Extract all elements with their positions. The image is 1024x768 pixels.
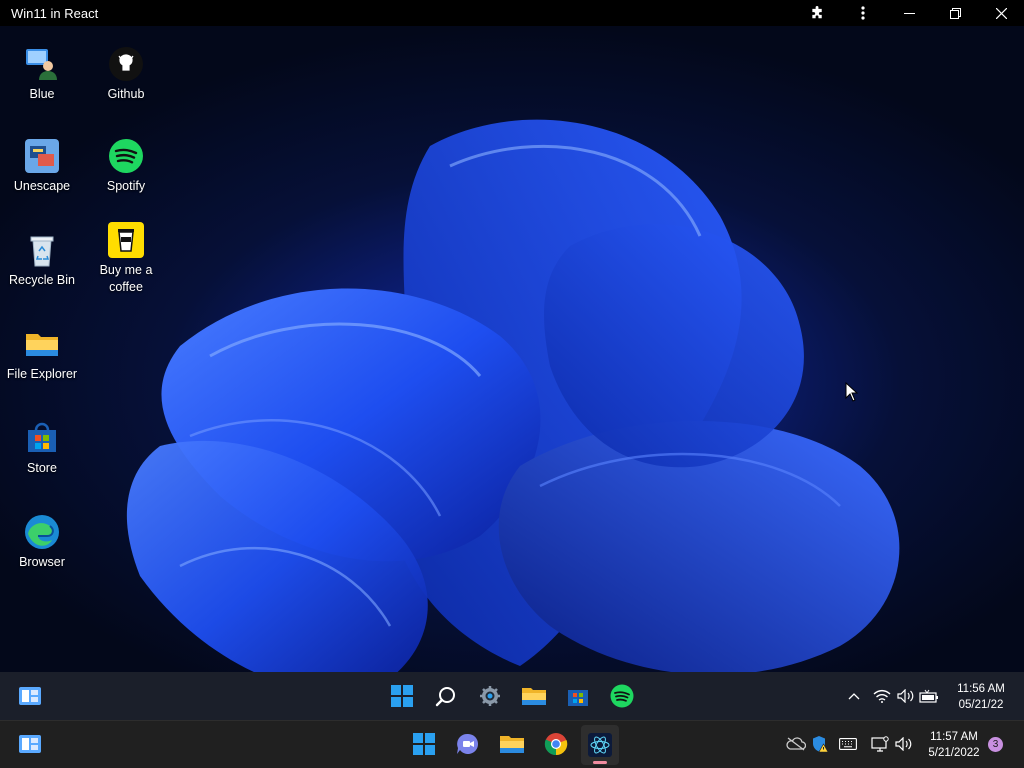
window-title: Win11 in React xyxy=(11,5,99,21)
desktop-icon-buy-me-a-coffee[interactable]: Buy me a coffee xyxy=(84,222,168,296)
window-titlebar: Win11 in React xyxy=(0,0,1024,26)
widgets-icon[interactable] xyxy=(16,684,44,708)
desktop-icon-store[interactable]: Store xyxy=(0,420,84,477)
volume-icon[interactable] xyxy=(896,687,916,705)
host-clock[interactable]: 11:57 AM 5/21/2022 xyxy=(920,729,988,761)
wallpaper-bloom xyxy=(126,119,900,672)
desktop-icon-recycle-bin[interactable]: Recycle Bin xyxy=(0,232,84,289)
inner-taskbar: 11:56 AM 05/21/22 xyxy=(0,672,1024,720)
store-icon[interactable] xyxy=(564,684,592,708)
desktop-icon-file-explorer[interactable]: File Explorer xyxy=(0,326,84,383)
more-options-icon[interactable] xyxy=(840,0,886,26)
settings-icon[interactable] xyxy=(476,684,504,708)
volume-icon[interactable] xyxy=(894,735,914,753)
desktop-icon-label: File Explorer xyxy=(6,367,78,381)
desktop-icon-github[interactable]: Github xyxy=(84,46,168,103)
win11-react-app-icon xyxy=(588,733,612,757)
desktop-icon-label: Recycle Bin xyxy=(9,273,75,287)
desktop-icon-label: Github xyxy=(107,87,145,101)
restore-button[interactable] xyxy=(932,0,978,26)
inner-date: 05/21/22 xyxy=(958,699,1004,711)
minimize-button[interactable] xyxy=(886,0,932,26)
inner-clock[interactable]: 11:56 AM 05/21/22 xyxy=(948,681,1014,713)
keyboard-icon[interactable] xyxy=(838,735,858,753)
folder-icon[interactable] xyxy=(498,732,526,756)
folder-icon[interactable] xyxy=(520,684,548,708)
host-date: 5/21/2022 xyxy=(928,747,980,759)
recycle-bin-icon xyxy=(30,236,54,267)
wifi-icon[interactable] xyxy=(872,687,892,705)
widgets-icon[interactable] xyxy=(16,732,44,756)
chevron-up-icon[interactable] xyxy=(846,688,862,704)
desktop-icon-browser[interactable]: Browser xyxy=(0,514,84,571)
github-icon xyxy=(109,47,143,81)
chrome-icon[interactable] xyxy=(542,732,570,756)
desktop-icon-spotify[interactable]: Spotify xyxy=(84,138,168,195)
desktop-icon-label: Browser xyxy=(19,555,65,569)
edge-icon xyxy=(25,515,59,549)
store-icon xyxy=(28,422,56,452)
desktop-icon-label: Buy me a coffee xyxy=(99,263,153,294)
display-icon[interactable] xyxy=(870,735,890,753)
onedrive-off-icon[interactable] xyxy=(786,735,806,753)
teams-chat-icon[interactable] xyxy=(454,732,482,756)
active-indicator xyxy=(593,761,607,764)
defender-warning-icon[interactable] xyxy=(810,734,830,754)
desktop-icon-label: Unescape xyxy=(13,179,71,193)
blue-person-icon xyxy=(26,49,57,80)
coffee-icon xyxy=(108,222,144,258)
host-taskbar: 11:57 AM 5/21/2022 3 xyxy=(0,720,1024,768)
desktop-icon-blue[interactable]: Blue xyxy=(0,46,84,103)
unescape-icon xyxy=(25,139,59,173)
desktop-icon-label: Store xyxy=(27,461,57,475)
start-icon[interactable] xyxy=(410,732,438,756)
close-button[interactable] xyxy=(978,0,1024,26)
win11-react-app-button[interactable] xyxy=(581,725,619,765)
start-icon[interactable] xyxy=(388,684,416,708)
notification-badge[interactable]: 3 xyxy=(988,737,1003,752)
host-time: 11:57 AM xyxy=(930,731,978,743)
folder-icon xyxy=(26,334,58,356)
desktop-icon-label: Blue xyxy=(29,87,55,101)
inner-time: 11:56 AM xyxy=(957,683,1005,695)
desktop-icon-label: Spotify xyxy=(106,179,146,193)
desktop-icon-unescape[interactable]: Unescape xyxy=(0,138,84,195)
battery-icon[interactable] xyxy=(918,687,940,705)
extensions-icon[interactable] xyxy=(794,0,840,26)
spotify-icon[interactable] xyxy=(608,684,636,708)
mouse-cursor xyxy=(845,382,859,402)
desktop[interactable]: Blue Github Unescape Spotify Recycle Bin… xyxy=(0,26,1024,672)
spotify-icon xyxy=(109,139,143,173)
search-icon[interactable] xyxy=(432,684,460,708)
